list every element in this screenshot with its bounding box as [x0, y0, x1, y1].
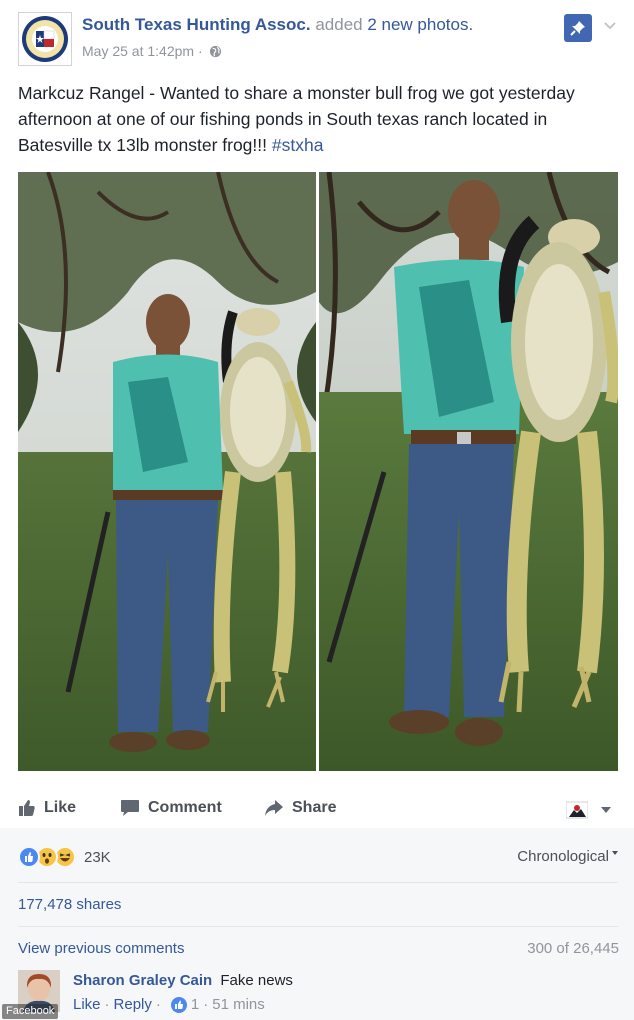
post-header: South Texas Hunting Assoc. added 2 new p…	[18, 12, 618, 66]
sort-label: Chronological	[517, 848, 609, 865]
photo-2-image	[319, 172, 618, 771]
meta-separator: ·	[104, 996, 110, 1013]
comment-body: Sharon Graley Cain Fake news	[73, 972, 293, 989]
sort-caret	[612, 851, 618, 855]
comment-time[interactable]: 51 mins	[212, 996, 265, 1013]
comment-like-count[interactable]: 1	[191, 996, 199, 1013]
share-label: Share	[292, 799, 337, 816]
like-label: Like	[44, 799, 77, 816]
chevron-down-icon[interactable]	[602, 18, 618, 34]
comment-icon	[121, 800, 139, 816]
reaction-count: 23K	[84, 848, 111, 866]
share-button[interactable]: Share	[264, 796, 336, 820]
audience-icon	[566, 801, 588, 819]
comment-button[interactable]: Comment	[120, 796, 222, 820]
sort-dropdown[interactable]: Chronological	[517, 848, 618, 865]
comment-author-link[interactable]: Sharon Graley Cain	[73, 972, 212, 989]
view-previous-comments-link[interactable]: View previous comments	[18, 940, 184, 957]
meta-separator: ·	[155, 996, 161, 1013]
audience-selector[interactable]	[566, 798, 611, 822]
facebook-watermark: Facebook	[2, 1004, 59, 1019]
photo-1-image	[18, 172, 316, 771]
meta-separator: ·	[203, 996, 209, 1013]
header-title: South Texas Hunting Assoc. added 2 new p…	[82, 15, 473, 35]
page-avatar[interactable]	[18, 12, 72, 66]
globe-icon	[209, 45, 221, 58]
like-button[interactable]: Like	[18, 796, 76, 820]
photo-grid	[18, 172, 618, 771]
comment-count: 300 of 26,445	[527, 940, 619, 957]
meta-separator: ·	[197, 43, 203, 59]
photo-2[interactable]	[319, 172, 618, 771]
comment-label: Comment	[148, 799, 222, 816]
post-meta: May 25 at 1:42pm ·	[82, 43, 222, 59]
photo-1[interactable]	[18, 172, 316, 771]
divider	[18, 882, 618, 883]
pin-button[interactable]	[564, 14, 592, 42]
timestamp[interactable]: May 25 at 1:42pm	[82, 43, 194, 59]
seal-logo-icon	[22, 16, 68, 62]
hashtag-link[interactable]: #stxha	[272, 135, 324, 155]
divider	[18, 926, 618, 927]
like-reaction-icon	[18, 846, 40, 868]
reactions-summary[interactable]: 23K	[18, 843, 111, 871]
page-name-link[interactable]: South Texas Hunting Assoc.	[82, 15, 311, 34]
comment-like-link[interactable]: Like	[73, 996, 101, 1013]
shares-link[interactable]: 177,478 shares	[18, 896, 121, 913]
header-action-text: added	[315, 15, 363, 34]
post-text: Markcuz Rangel - Wanted to share a monst…	[18, 80, 618, 158]
comment-meta: Like · Reply · 1 · 51 mins	[73, 996, 265, 1013]
comment-like-count-icon	[170, 996, 187, 1013]
pin-icon	[570, 21, 585, 36]
comment: Sharon Graley Cain Fake news Like · Repl…	[18, 968, 618, 1020]
action-bar: Like Comment Share	[18, 788, 618, 828]
like-icon	[19, 800, 35, 816]
comment-reply-link[interactable]: Reply	[114, 996, 152, 1013]
share-icon	[265, 800, 283, 816]
audience-caret	[601, 807, 611, 813]
photos-link[interactable]: 2 new photos.	[367, 15, 473, 34]
comment-text: Fake news	[220, 972, 293, 989]
